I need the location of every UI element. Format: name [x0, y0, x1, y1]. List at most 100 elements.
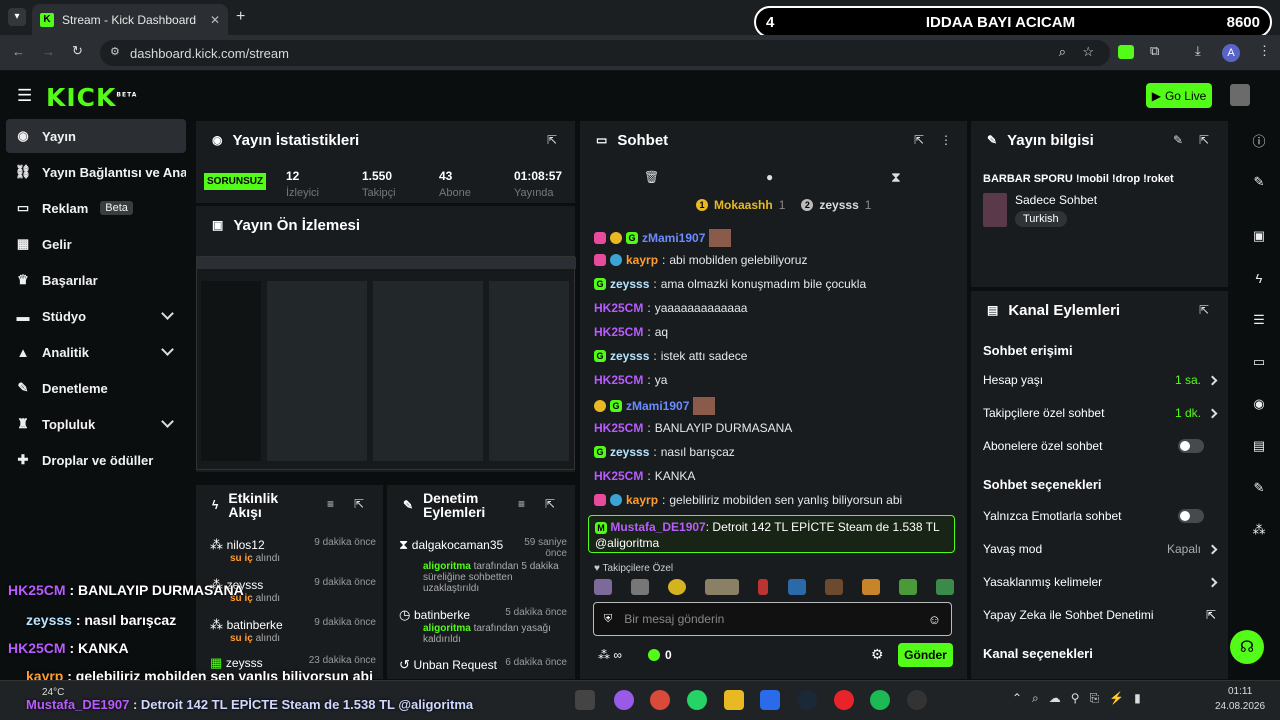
tray-icons[interactable]: ⌃⌕☁⚲⎘⚡▮: [1012, 691, 1151, 706]
browser-tab[interactable]: K Stream - Kick Dashboard ✕: [32, 4, 228, 35]
kick-logo[interactable]: KICKBETA: [46, 83, 137, 112]
emote-only-toggle[interactable]: [1178, 509, 1204, 523]
chat-username[interactable]: kayrp: [626, 493, 658, 507]
sidebar-item-yayin[interactable]: ◉ Yayın: [6, 119, 186, 153]
popout-icon[interactable]: ⇱: [354, 497, 364, 511]
chat-username[interactable]: HK25CM: [594, 301, 643, 315]
forward-icon[interactable]: →: [42, 44, 55, 59]
emote-icon[interactable]: [898, 579, 917, 595]
opera-icon[interactable]: [834, 690, 854, 710]
setting-emote-only[interactable]: Yalnızca Emotlarla sohbet: [983, 509, 1216, 523]
site-info-icon[interactable]: ⚙: [110, 45, 120, 58]
chat-input[interactable]: ⛨ Bir mesaj gönderin ☺: [593, 602, 952, 636]
folder-icon[interactable]: [575, 690, 595, 710]
chat-username[interactable]: Mustafa_DE1907: [610, 520, 705, 534]
subs-only-toggle[interactable]: [1178, 439, 1204, 453]
sidebar-item-moderation[interactable]: ✎ Denetleme: [6, 371, 186, 405]
chat-username[interactable]: zeysss: [610, 277, 649, 291]
filter-icon[interactable]: ≡: [518, 497, 525, 511]
info-icon[interactable]: ⓘ: [1244, 125, 1274, 155]
preview-icon[interactable]: ▣: [1244, 221, 1274, 251]
popout-icon[interactable]: ⇱: [1199, 133, 1209, 147]
address-bar[interactable]: ⚙ dashboard.kick.com/stream ⌕ ☆: [100, 40, 1110, 66]
setting-banned-words[interactable]: Yasaklanmış kelimeler: [983, 575, 1218, 589]
setting-ai-moderation[interactable]: Yapay Zeka ile Sohbet Denetimi ⇱: [983, 608, 1216, 622]
emote-icon[interactable]: [631, 579, 650, 595]
emote-icon[interactable]: [787, 579, 806, 595]
setting-slow-mode[interactable]: Yavaş mod Kapalı: [983, 542, 1218, 556]
channel-actions-icon[interactable]: ▤: [1244, 431, 1274, 461]
reload-icon[interactable]: ↻: [72, 43, 83, 59]
chat-settings-icon[interactable]: ⚙: [871, 646, 884, 663]
emote-icon[interactable]: [824, 579, 843, 595]
copilot-icon[interactable]: [614, 690, 634, 710]
emote-icon[interactable]: [758, 579, 769, 595]
chat-username[interactable]: HK25CM: [594, 421, 643, 435]
chat-username[interactable]: HK25CM: [594, 469, 643, 483]
sidebar-item-drops[interactable]: ✚ Droplar ve ödüller: [6, 443, 186, 477]
broadcast-icon[interactable]: ◉: [1244, 389, 1274, 419]
back-icon[interactable]: ←: [12, 44, 25, 59]
browser-menu-icon[interactable]: ⋮: [1258, 43, 1271, 59]
zoom-icon[interactable]: ⌕: [1059, 44, 1066, 60]
chat-username[interactable]: zMami1907: [626, 399, 689, 413]
sidebar-item-achievements[interactable]: ♛ Başarılar: [6, 263, 186, 297]
sidebar-item-studio[interactable]: ▬ Stüdyo: [6, 299, 186, 333]
bolt-icon[interactable]: ϟ: [1244, 263, 1274, 293]
wrench-icon[interactable]: ✎: [1244, 473, 1274, 503]
popout-icon[interactable]: ⇱: [914, 133, 924, 147]
chat-username[interactable]: zeysss: [610, 445, 649, 459]
community-icon[interactable]: ⁂: [1244, 515, 1274, 545]
extension-green-icon[interactable]: [1118, 45, 1134, 59]
setting-subs-only[interactable]: Abonelere özel sohbet: [983, 439, 1216, 453]
chat-username[interactable]: kayrp: [626, 253, 658, 267]
chrome-icon[interactable]: [650, 690, 670, 710]
emote-icon[interactable]: [861, 579, 880, 595]
filter-icon[interactable]: ≡: [327, 497, 334, 511]
popout-icon[interactable]: ⇱: [545, 497, 555, 511]
popout-icon[interactable]: ⇱: [1199, 303, 1209, 317]
chat-icon[interactable]: ▭: [1244, 347, 1274, 377]
emoji-icon[interactable]: ☺: [928, 612, 941, 627]
sidebar-item-connection[interactable]: ⛓ Yayın Bağlantısı ve Anahtar: [6, 155, 186, 189]
popout-icon[interactable]: ⇱: [547, 133, 557, 147]
stream-preview-video[interactable]: [196, 256, 576, 470]
emote-icon[interactable]: [668, 579, 687, 595]
chat-username[interactable]: HK25CM: [594, 373, 643, 387]
trash-icon[interactable]: 🗑: [644, 170, 659, 184]
emote-icon[interactable]: [705, 579, 740, 595]
go-live-button[interactable]: ▶ Go Live: [1146, 83, 1212, 108]
setting-account-age[interactable]: Hesap yaşı 1 sa.: [983, 373, 1218, 387]
hamburger-menu-icon[interactable]: ☰: [17, 86, 32, 106]
more-options-icon[interactable]: ⋮: [940, 133, 952, 147]
send-button[interactable]: Gönder: [898, 643, 953, 667]
sidebar-item-community[interactable]: ♜ Topluluk: [6, 407, 186, 441]
bookmark-star-icon[interactable]: ☆: [1082, 44, 1094, 60]
download-icon[interactable]: ⤓: [1195, 43, 1201, 59]
edit-icon[interactable]: ✎: [1244, 167, 1274, 197]
file-explorer-icon[interactable]: [724, 690, 744, 710]
sidebar-item-ads[interactable]: ▭ Reklam Beta: [6, 191, 186, 225]
chat-bubble-icon[interactable]: ●: [766, 170, 773, 184]
store-icon[interactable]: [760, 690, 780, 710]
setting-followers-only[interactable]: Takipçilere özel sohbet 1 dk.: [983, 406, 1218, 420]
new-tab-button[interactable]: +: [236, 8, 245, 26]
hourglass-icon[interactable]: ⧗: [891, 169, 901, 186]
emote-icon[interactable]: [594, 579, 612, 595]
spotify-icon[interactable]: [870, 690, 890, 710]
chat-username[interactable]: zMami1907: [642, 231, 705, 245]
obs-icon[interactable]: [907, 690, 927, 710]
tab-close-icon[interactable]: ✕: [210, 13, 220, 27]
user-avatar[interactable]: [1230, 84, 1250, 106]
chat-username[interactable]: zeysss: [610, 349, 649, 363]
chat-username[interactable]: HK25CM: [594, 325, 643, 339]
extensions-puzzle-icon[interactable]: ⧉: [1150, 43, 1159, 59]
emote-icon[interactable]: [935, 579, 954, 595]
steam-icon[interactable]: [797, 690, 817, 710]
list-icon[interactable]: ☰: [1244, 305, 1274, 335]
support-chat-button[interactable]: ☊: [1230, 630, 1264, 664]
whatsapp-icon[interactable]: [687, 690, 707, 710]
profile-avatar[interactable]: A: [1222, 44, 1240, 62]
edit-icon[interactable]: ✎: [1173, 133, 1183, 147]
sidebar-item-analytics[interactable]: ▲ Analitik: [6, 335, 186, 369]
